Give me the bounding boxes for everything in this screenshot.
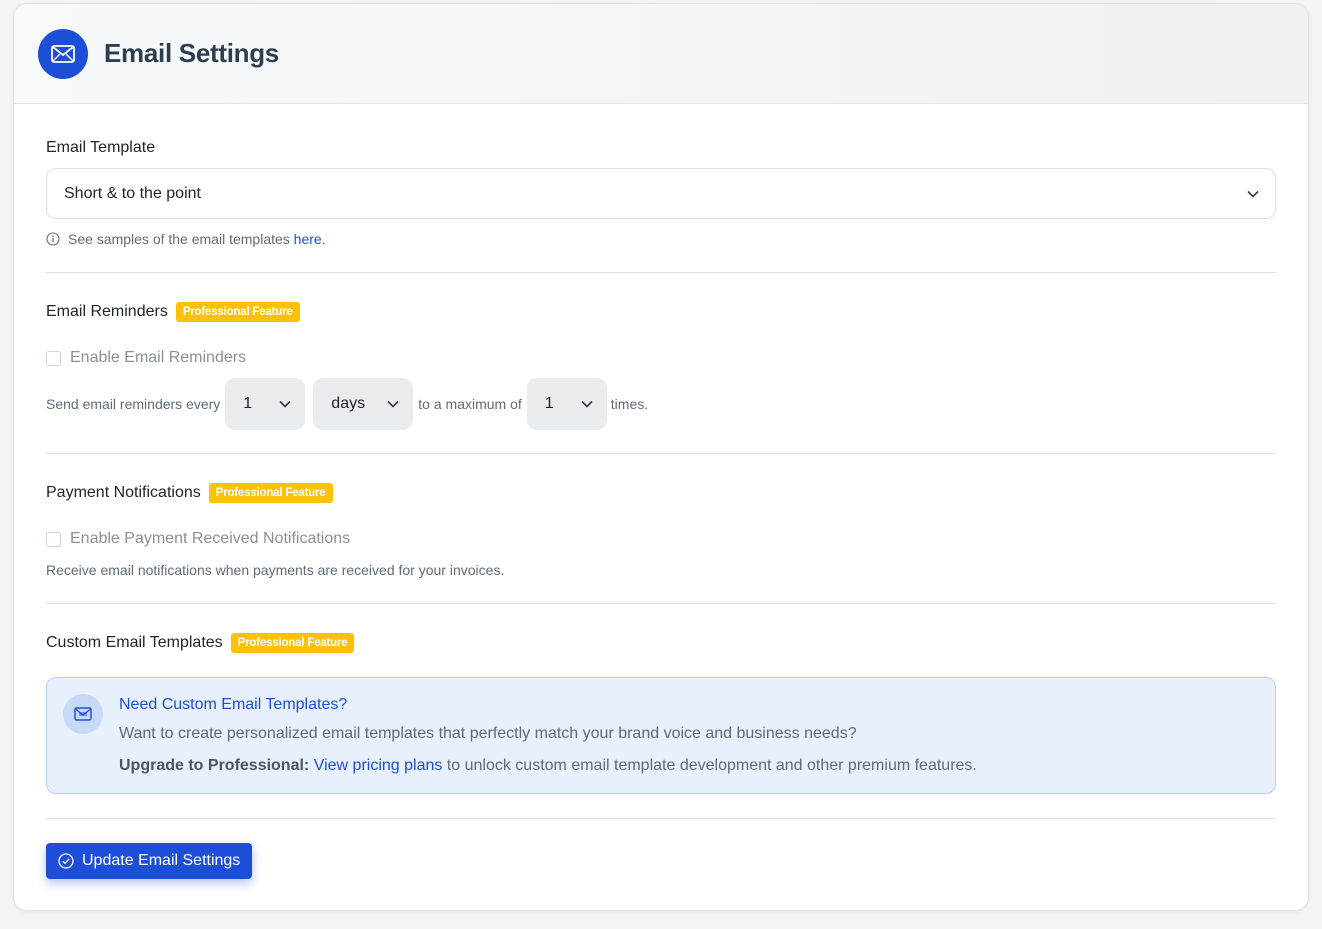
info-text: Want to create personalized email templa… xyxy=(119,725,857,742)
envelope-icon xyxy=(38,28,88,79)
envelope-paper-icon xyxy=(63,694,103,734)
payment-description: Receive email notifications when payment… xyxy=(46,562,505,578)
email-reminders-label: Email Reminders xyxy=(46,303,168,320)
divider xyxy=(46,272,1276,273)
enable-reminders-label: Enable Email Reminders xyxy=(70,349,247,366)
enable-payment-label: Enable Payment Received Notifications xyxy=(70,530,351,547)
reminder-unit-value: days xyxy=(331,395,366,412)
templates-samples-link[interactable]: here xyxy=(294,231,322,247)
reminder-schedule-row: Send email reminders every 1 days to a m… xyxy=(46,378,648,430)
professional-badge: Professional Feature xyxy=(175,302,300,322)
reminder-unit-select[interactable]: days xyxy=(313,378,414,430)
check-circle-icon xyxy=(58,853,74,869)
template-hint: See samples of the email templates here … xyxy=(46,231,326,247)
reminder-middle: to a maximum of xyxy=(418,396,522,412)
page-title: Email Settings xyxy=(104,38,279,68)
reminder-interval-select[interactable]: 1 xyxy=(225,378,306,430)
chevron-down-icon xyxy=(1247,185,1259,203)
hint-end: . xyxy=(321,231,326,247)
email-template-label: Email Template xyxy=(46,139,156,156)
upgrade-line: Upgrade to Professional: View pricing pl… xyxy=(119,757,977,775)
update-email-settings-button[interactable]: Update Email Settings xyxy=(46,843,253,879)
email-template-select[interactable]: Short & to the point xyxy=(46,168,1276,219)
enable-payment-row: Enable Payment Received Notifications xyxy=(46,530,350,548)
payment-notifications-label: Payment Notifications xyxy=(46,484,201,501)
upgrade-label: Upgrade to Professional: xyxy=(119,757,310,774)
email-template-value: Short & to the point xyxy=(64,184,201,202)
divider xyxy=(46,818,1276,819)
reminder-max-value: 1 xyxy=(544,395,554,412)
professional-badge: Professional Feature xyxy=(208,483,333,503)
professional-badge: Professional Feature xyxy=(230,633,355,653)
reminder-interval-value: 1 xyxy=(243,395,253,412)
divider xyxy=(46,453,1276,454)
hint-text: See samples of the email templates xyxy=(68,231,294,247)
enable-reminders-row: Enable Email Reminders xyxy=(46,349,246,367)
reminder-prefix: Send email reminders every xyxy=(46,396,221,412)
info-circle-icon xyxy=(46,232,60,246)
info-title: Need Custom Email Templates? xyxy=(119,696,348,713)
enable-reminders-checkbox[interactable] xyxy=(46,350,61,366)
custom-templates-info-box: Need Custom Email Templates? Want to cre… xyxy=(46,677,1276,794)
email-settings-card: Email Settings Email Template Short & to… xyxy=(13,3,1309,911)
pricing-plans-link[interactable]: View pricing plans xyxy=(314,757,443,774)
divider xyxy=(46,603,1276,604)
update-button-label: Update Email Settings xyxy=(82,852,241,869)
custom-templates-label: Custom Email Templates xyxy=(46,634,223,651)
upgrade-rest: to unlock custom email template developm… xyxy=(442,757,977,774)
reminder-max-select[interactable]: 1 xyxy=(526,378,607,430)
chevron-down-icon xyxy=(387,395,399,413)
chevron-down-icon xyxy=(581,395,593,413)
reminder-suffix: times. xyxy=(610,396,649,412)
enable-payment-checkbox[interactable] xyxy=(46,531,61,547)
chevron-down-icon xyxy=(279,395,291,413)
card-header: Email Settings xyxy=(14,4,1308,104)
